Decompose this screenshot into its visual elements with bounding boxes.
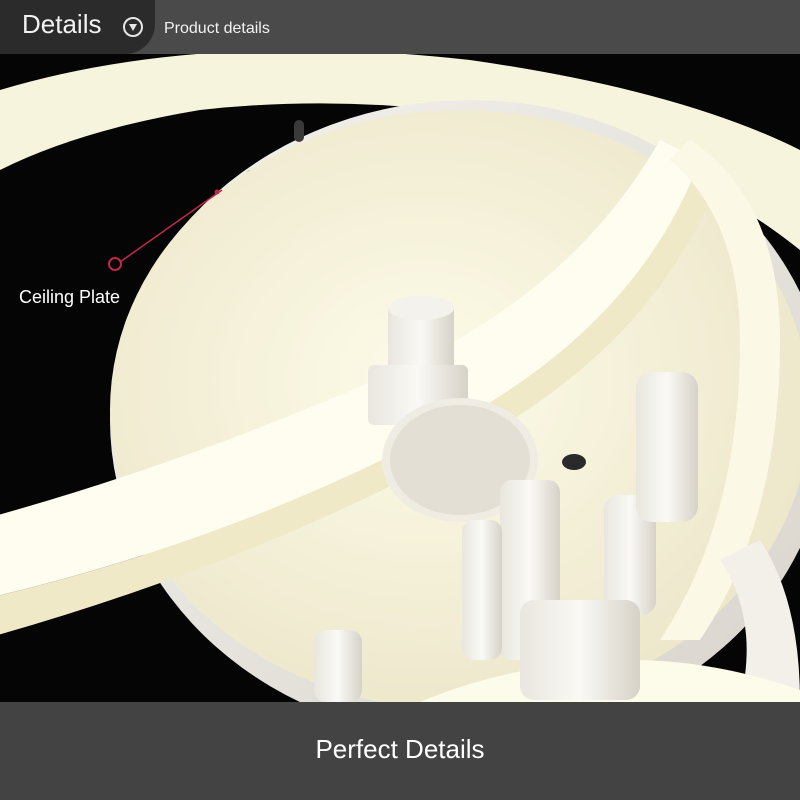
ceiling-plate-label: Ceiling Plate <box>19 287 121 307</box>
chevron-down-circle-icon <box>123 17 143 37</box>
header-subtitle: Product details <box>164 20 270 37</box>
product-detail-page: Details Product details Ceiling Plate Pe… <box>0 0 800 800</box>
footer-caption: Perfect Details <box>315 734 485 764</box>
header-bar: Details Product details <box>0 0 800 54</box>
header-title: Details <box>22 9 102 39</box>
footer-bar: Perfect Details <box>0 702 800 800</box>
product-photo <box>0 54 800 702</box>
header-tab: Details <box>0 0 155 54</box>
